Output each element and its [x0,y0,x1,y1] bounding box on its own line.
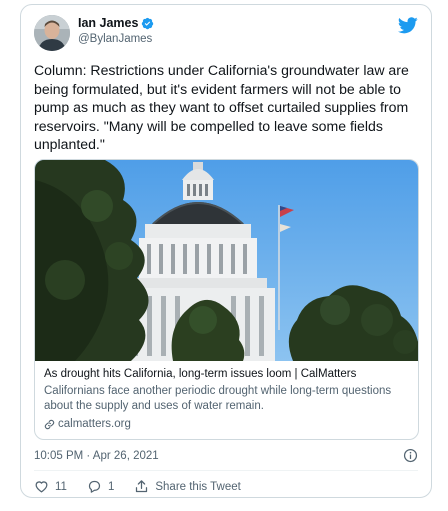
link-preview-card[interactable]: As drought hits California, long-term is… [34,159,419,440]
link-preview-title[interactable]: As drought hits California, long-term is… [44,367,409,382]
share-icon [136,480,148,493]
like-button[interactable]: 11 [34,479,67,494]
like-count: 11 [55,480,67,493]
twitter-bird-icon[interactable] [397,17,418,34]
share-button[interactable]: Share this Tweet [134,479,241,494]
link-preview-description: Californians face another periodic droug… [44,385,392,412]
capitol-dome-photo [35,160,418,361]
link-preview-body[interactable]: As drought hits California, long-term is… [44,367,409,432]
reply-button[interactable]: 1 [87,479,114,494]
link-preview-domain-row[interactable]: calmatters.org [44,417,409,432]
author-handle[interactable]: @BylanJames [78,33,152,45]
info-icon[interactable] [403,448,418,463]
link-preview-domain[interactable]: calmatters.org [58,417,131,432]
share-label: Share this Tweet [155,480,241,493]
avatar[interactable] [34,15,70,51]
author-name-row[interactable]: Ian James [78,16,154,30]
avatar-image [34,15,70,51]
reply-icon [88,480,101,493]
reply-count: 1 [107,480,115,493]
tweet-timestamp[interactable]: 10:05 PM · Apr 26, 2021 [34,450,159,462]
tweet-card[interactable]: Ian James @BylanJames Column: Restrictio… [20,4,432,498]
heart-icon [35,481,48,493]
action-bar: 11 1 Share this Tweet [34,479,261,494]
divider [34,470,418,471]
verified-badge-icon [141,17,154,30]
link-icon [44,419,55,430]
author-name[interactable]: Ian James [78,16,138,30]
tweet-text: Column: Restrictions under California's … [34,62,409,153]
